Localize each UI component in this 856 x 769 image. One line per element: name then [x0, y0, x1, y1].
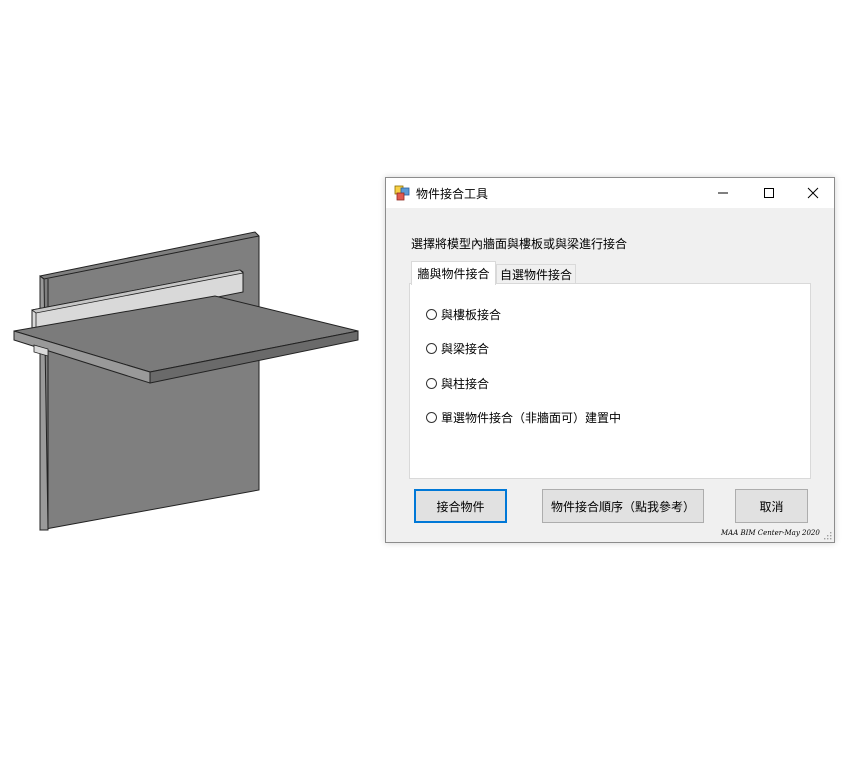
join-objects-button[interactable]: 接合物件 [414, 489, 507, 523]
radio-option-slab[interactable]: 與樓板接合 [426, 306, 501, 323]
radio-button[interactable] [426, 343, 437, 354]
radio-button[interactable] [426, 378, 437, 389]
tab-wall-join[interactable]: 牆與物件接合 [411, 261, 496, 285]
radio-button[interactable] [426, 412, 437, 423]
close-icon [807, 187, 819, 199]
maximize-button[interactable] [746, 178, 792, 208]
join-order-button[interactable]: 物件接合順序（點我參考） [542, 489, 704, 523]
join-tool-dialog: 物件接合工具 選擇將模型內牆面與樓板或與梁進行接合 牆與物件接合 自選物件接合 [385, 177, 835, 543]
instruction-text: 選擇將模型內牆面與樓板或與梁進行接合 [411, 237, 628, 251]
minimize-button[interactable] [700, 178, 746, 208]
screen: 物件接合工具 選擇將模型內牆面與樓板或與梁進行接合 牆與物件接合 自選物件接合 [0, 0, 856, 769]
maximize-icon [764, 188, 774, 198]
title-bar[interactable]: 物件接合工具 [386, 178, 834, 208]
tab-panel: 與樓板接合 與梁接合 與柱接合 單選物件接合（非牆面可）建置中 [409, 283, 811, 479]
radio-option-single[interactable]: 單選物件接合（非牆面可）建置中 [426, 409, 621, 426]
tab-custom-join[interactable]: 自選物件接合 [496, 264, 576, 284]
credit-text: MAA BIM Center-May 2020 [721, 529, 820, 537]
radio-label: 與樓板接合 [441, 308, 502, 322]
minimize-icon [718, 192, 728, 194]
radio-label: 與柱接合 [441, 377, 490, 391]
app-icon [394, 185, 410, 201]
wall-slab-beam-3d-model [13, 231, 359, 531]
resize-grip-icon[interactable] [823, 531, 832, 540]
cancel-button[interactable]: 取消 [735, 489, 808, 523]
close-button[interactable] [790, 178, 836, 208]
radio-option-column[interactable]: 與柱接合 [426, 375, 489, 392]
window-title: 物件接合工具 [416, 187, 489, 201]
radio-button[interactable] [426, 309, 437, 320]
radio-label: 與梁接合 [441, 342, 490, 356]
radio-label: 單選物件接合（非牆面可）建置中 [441, 411, 622, 425]
radio-option-beam[interactable]: 與梁接合 [426, 340, 489, 357]
